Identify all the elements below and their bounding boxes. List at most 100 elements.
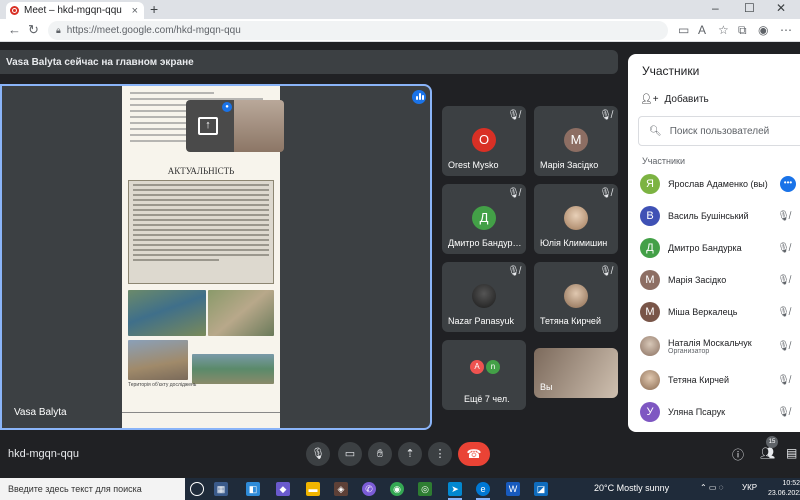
participant-tile[interactable]: 🎙︎̸ Д Дмитро Бандур… bbox=[442, 184, 526, 254]
store-icon[interactable]: ◧ bbox=[246, 482, 260, 496]
taskbar-search[interactable]: Введите здесь текст для поиска bbox=[0, 478, 185, 500]
tile-name: Nazar Panasyuk bbox=[448, 316, 515, 326]
app-icon[interactable]: ◪ bbox=[534, 482, 548, 496]
doc-photo-1 bbox=[128, 290, 206, 336]
chrome-icon[interactable]: ◉ bbox=[390, 482, 404, 496]
tile-name: Orest Mysko bbox=[448, 160, 499, 170]
mic-off-icon: 🎙︎̸ bbox=[777, 406, 790, 418]
self-view-preview[interactable]: ↑ ● bbox=[186, 100, 284, 152]
avatar: Д bbox=[472, 206, 496, 230]
avatar: М bbox=[640, 302, 660, 322]
participant-row[interactable]: У Уляна Псарук 🎙︎̸ bbox=[640, 398, 800, 426]
avatar: М bbox=[564, 128, 588, 152]
leave-call-button[interactable]: ☎︎ bbox=[458, 442, 490, 466]
tray-icons[interactable]: ⌃ ▭ ◌ bbox=[700, 483, 723, 492]
more-icon[interactable]: ⋯ bbox=[780, 23, 792, 37]
participant-row[interactable]: М Міша Веркалець 🎙︎̸ bbox=[640, 298, 800, 326]
people-icon[interactable]: 👥︎ bbox=[760, 446, 775, 460]
close-window-button[interactable]: ✕ bbox=[776, 1, 786, 15]
favorite-icon[interactable]: ☆ bbox=[718, 23, 729, 37]
profile-icon[interactable]: ◉ bbox=[758, 23, 768, 37]
mic-off-icon: 🎙︎̸ bbox=[599, 266, 612, 277]
participant-name: Наталія Москальчук bbox=[668, 337, 752, 348]
collections-icon[interactable]: ⧉ bbox=[738, 23, 747, 38]
avatar: В bbox=[640, 206, 660, 226]
tile-name: Вы bbox=[540, 382, 553, 392]
video-cam-icon[interactable]: ▭ bbox=[678, 23, 689, 37]
doc-caption: Територія об'єкту досліджень bbox=[128, 382, 197, 388]
present-icon: ⇡ bbox=[405, 448, 415, 460]
telegram-icon[interactable]: ➤ bbox=[448, 482, 462, 496]
search-placeholder: Поиск пользователей bbox=[669, 125, 770, 137]
avatar bbox=[564, 206, 588, 230]
self-video-tile[interactable]: Вы bbox=[534, 348, 618, 398]
participant-row[interactable]: Я Ярослав Адаменко (вы) ••• bbox=[640, 170, 800, 198]
presenting-banner: Vasa Balyta сейчас на главном экране bbox=[0, 50, 618, 74]
address-bar-row: ← ↻ 🔒︎ https://meet.google.com/hkd-mgqn-… bbox=[0, 19, 800, 42]
search-people-input[interactable]: 🔍︎ Поиск пользователей bbox=[638, 116, 800, 146]
participant-row[interactable]: Д Дмитро Бандурка 🎙︎̸ bbox=[640, 234, 800, 262]
url-field[interactable]: 🔒︎ https://meet.google.com/hkd-mgqn-qqu bbox=[48, 21, 668, 40]
app-icon[interactable]: ◎ bbox=[418, 482, 432, 496]
tile-name: Тетяна Кирчей bbox=[540, 316, 601, 326]
present-button[interactable]: ⇡ bbox=[398, 442, 422, 466]
panel-title: Участники bbox=[642, 64, 700, 78]
app-icon[interactable]: ◆ bbox=[276, 482, 290, 496]
more-options-icon[interactable]: ••• bbox=[780, 176, 796, 192]
participant-row[interactable]: М Марія Засідко 🎙︎̸ bbox=[640, 266, 800, 294]
more-options-button[interactable]: ⋮ bbox=[428, 442, 452, 466]
more-vert-icon: ⋮ bbox=[434, 448, 446, 460]
doc-photo-2 bbox=[208, 290, 274, 336]
raise-hand-button[interactable]: ✋︎ bbox=[368, 442, 392, 466]
input-language[interactable]: УКР bbox=[742, 483, 757, 492]
minimize-button[interactable]: – bbox=[712, 1, 719, 15]
folder-icon[interactable]: ▬ bbox=[306, 482, 320, 496]
maximize-button[interactable]: ☐ bbox=[744, 1, 755, 15]
browser-tab[interactable]: Meet – hkd-mgqn-qqu × bbox=[6, 2, 144, 19]
participant-row[interactable]: В Василь Бушінський 🎙︎̸ bbox=[640, 202, 800, 230]
avatar: Я bbox=[640, 174, 660, 194]
participant-row[interactable]: Тетяна Кирчей 🎙︎̸ bbox=[640, 366, 800, 394]
info-icon[interactable]: ⓘ bbox=[732, 446, 744, 463]
tab-close-icon[interactable]: × bbox=[132, 5, 138, 17]
chat-icon[interactable]: ▤ bbox=[786, 446, 797, 460]
participant-tile[interactable]: 🎙︎̸ Юлія Климишин bbox=[534, 184, 618, 254]
new-tab-button[interactable]: + bbox=[150, 1, 158, 17]
refresh-icon[interactable]: ↻ bbox=[28, 22, 39, 38]
self-mic-indicator-icon: ● bbox=[222, 102, 232, 112]
app-icon[interactable]: ◈ bbox=[334, 482, 348, 496]
edge-icon[interactable]: e bbox=[476, 482, 490, 496]
participants-section-label: Участники bbox=[642, 156, 685, 166]
word-icon[interactable]: W bbox=[506, 482, 520, 496]
participant-tile[interactable]: 🎙︎̸ O Orest Mysko bbox=[442, 106, 526, 176]
mic-off-icon: 🎙︎̸ bbox=[777, 274, 790, 286]
participant-row[interactable]: Наталія Москальчук Организатор 🎙︎̸ bbox=[640, 332, 800, 360]
avatar bbox=[564, 284, 588, 308]
microphone-button[interactable]: 🎙︎ bbox=[306, 442, 330, 466]
reader-icon[interactable]: A bbox=[698, 23, 706, 37]
camera-icon: ▭ bbox=[344, 448, 356, 460]
taskbar-search-text: Введите здесь текст для поиска bbox=[8, 484, 142, 494]
mic-off-icon: 🎙︎̸ bbox=[507, 110, 520, 121]
camera-button[interactable]: ▭ bbox=[338, 442, 362, 466]
participant-tile[interactable]: 🎙︎̸ Тетяна Кирчей bbox=[534, 262, 618, 332]
system-clock[interactable]: 10:52 23.06.2022 bbox=[768, 479, 800, 499]
participant-name: Василь Бушінський bbox=[668, 211, 749, 221]
avatar: М bbox=[640, 270, 660, 290]
main-stage[interactable]: АКТУАЛЬНІСТЬ Територія об'єкту досліджен… bbox=[0, 84, 432, 430]
tile-name: Марія Засідко bbox=[540, 160, 599, 170]
mic-off-icon: 🎙︎̸ bbox=[777, 306, 790, 318]
weather-widget[interactable]: 20°C Mostly sunny bbox=[594, 483, 669, 493]
viber-icon[interactable]: ✆ bbox=[362, 482, 376, 496]
participant-tile[interactable]: 🎙︎̸ Nazar Panasyuk bbox=[442, 262, 526, 332]
task-view-icon[interactable] bbox=[190, 482, 204, 496]
widgets-icon[interactable]: ▦ bbox=[214, 482, 228, 496]
participant-name: Тетяна Кирчей bbox=[668, 375, 729, 385]
tab-title: Meet – hkd-mgqn-qqu bbox=[24, 5, 122, 16]
add-people-button[interactable]: 👤︎+ Добавить bbox=[640, 94, 709, 105]
participant-name: Міша Веркалець bbox=[668, 307, 738, 317]
search-icon: 🔍︎ bbox=[649, 125, 662, 137]
more-participants-tile[interactable]: A n Ещё 7 чел. bbox=[442, 340, 526, 410]
participant-tile[interactable]: 🎙︎̸ М Марія Засідко bbox=[534, 106, 618, 176]
back-icon[interactable]: ← bbox=[8, 22, 21, 37]
